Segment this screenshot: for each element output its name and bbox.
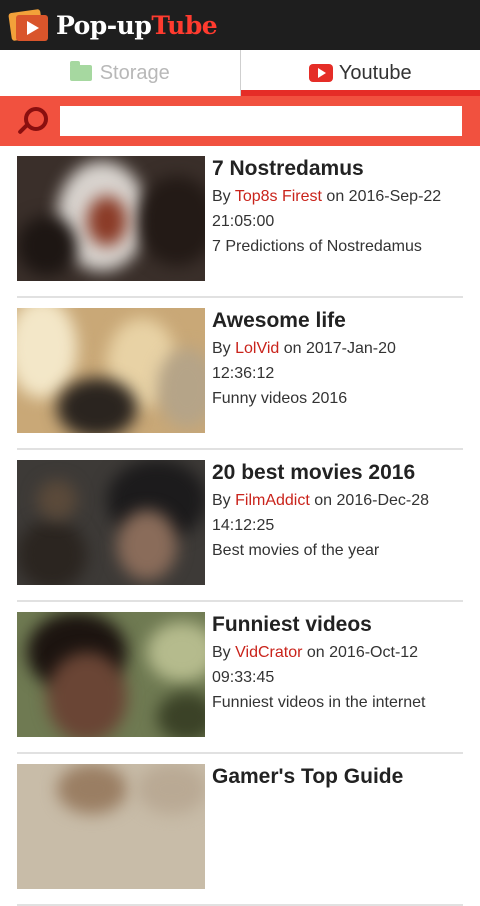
tab-youtube[interactable]: Youtube bbox=[241, 50, 480, 96]
video-list-item[interactable]: Gamer's Top Guide bbox=[17, 754, 463, 906]
video-list-item[interactable]: 7 Nostredamus By Top8s Firest on 2016-Se… bbox=[17, 146, 463, 298]
video-description: Funniest videos in the internet bbox=[212, 690, 467, 715]
tab-bar: Storage Youtube bbox=[0, 50, 480, 96]
video-title[interactable]: Gamer's Top Guide bbox=[212, 764, 467, 792]
search-bar bbox=[0, 96, 480, 146]
popup-tube-logo-icon bbox=[10, 7, 50, 43]
tab-storage-label: Storage bbox=[100, 62, 170, 85]
video-time: 12:36:12 bbox=[212, 361, 467, 386]
video-title[interactable]: Funniest videos bbox=[212, 612, 467, 640]
video-date: 2017-Jan-20 bbox=[306, 340, 396, 357]
tab-storage[interactable]: Storage bbox=[0, 50, 241, 96]
by-label: By bbox=[212, 644, 231, 661]
app-title-part2: Tube bbox=[151, 11, 217, 40]
video-description: Funny videos 2016 bbox=[212, 386, 467, 411]
on-label: on bbox=[314, 492, 332, 509]
video-thumbnail[interactable] bbox=[17, 308, 205, 433]
folder-icon bbox=[70, 65, 92, 81]
video-list-item[interactable]: Awesome life By LolVid on 2017-Jan-20 12… bbox=[17, 298, 463, 450]
tab-youtube-label: Youtube bbox=[339, 62, 412, 85]
video-thumbnail[interactable] bbox=[17, 460, 205, 585]
app-title-part1: Pop-up bbox=[56, 11, 151, 40]
youtube-icon bbox=[309, 64, 333, 82]
app-bar: Pop-upTube bbox=[0, 0, 480, 50]
video-author[interactable]: LolVid bbox=[235, 340, 279, 357]
search-input[interactable] bbox=[60, 106, 462, 136]
video-author[interactable]: VidCrator bbox=[235, 644, 302, 661]
video-date: 2016-Sep-22 bbox=[349, 188, 442, 205]
by-label: By bbox=[212, 492, 231, 509]
on-label: on bbox=[326, 188, 344, 205]
video-list: 7 Nostredamus By Top8s Firest on 2016-Se… bbox=[0, 146, 480, 906]
on-label: on bbox=[284, 340, 302, 357]
by-label: By bbox=[212, 340, 231, 357]
video-author[interactable]: FilmAddict bbox=[235, 492, 310, 509]
video-title[interactable]: 7 Nostredamus bbox=[212, 156, 467, 184]
video-description: Best movies of the year bbox=[212, 538, 467, 563]
video-time: 14:12:25 bbox=[212, 513, 467, 538]
video-date: 2016-Oct-12 bbox=[329, 644, 418, 661]
search-icon[interactable] bbox=[14, 103, 50, 139]
video-author[interactable]: Top8s Firest bbox=[235, 188, 322, 205]
video-title[interactable]: 20 best movies 2016 bbox=[212, 460, 467, 488]
video-description: 7 Predictions of Nostredamus bbox=[212, 234, 467, 259]
video-thumbnail[interactable] bbox=[17, 612, 205, 737]
video-title[interactable]: Awesome life bbox=[212, 308, 467, 336]
app-title: Pop-upTube bbox=[56, 11, 217, 40]
video-thumbnail[interactable] bbox=[17, 764, 205, 889]
video-time: 21:05:00 bbox=[212, 209, 467, 234]
video-thumbnail[interactable] bbox=[17, 156, 205, 281]
on-label: on bbox=[307, 644, 325, 661]
video-list-item[interactable]: 20 best movies 2016 By FilmAddict on 201… bbox=[17, 450, 463, 602]
video-time: 09:33:45 bbox=[212, 665, 467, 690]
video-list-item[interactable]: Funniest videos By VidCrator on 2016-Oct… bbox=[17, 602, 463, 754]
video-date: 2016-Dec-28 bbox=[337, 492, 430, 509]
by-label: By bbox=[212, 188, 231, 205]
